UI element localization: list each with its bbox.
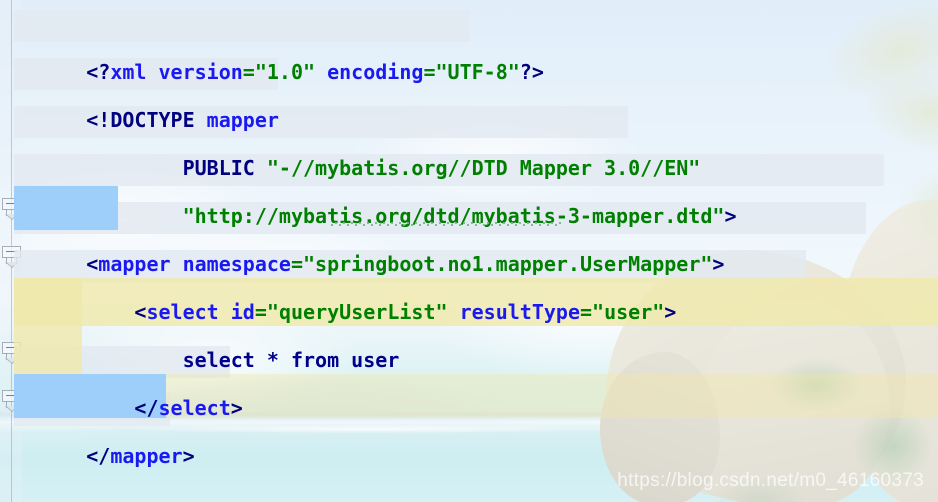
token-attribute-value: "queryUserList"	[266, 300, 448, 324]
token-attribute-value: "UTF-8"	[435, 60, 520, 84]
token-markup: </	[134, 396, 159, 420]
token-markup: >	[182, 444, 195, 468]
token-equals: =	[242, 60, 255, 84]
token-markup: ?>	[519, 60, 544, 84]
token-attribute-value: "springboot.no1.mapper.UserMapper"	[303, 252, 713, 276]
token-attribute-name: id	[230, 300, 255, 324]
token-markup: </	[86, 444, 111, 468]
token-equals: =	[254, 300, 267, 324]
token-markup: <	[134, 300, 147, 324]
token-markup: >	[664, 300, 677, 324]
token-doctype: <!DOCTYPE	[86, 108, 195, 132]
token-attribute-name: namespace	[182, 252, 291, 276]
namespace-unresolved-squiggle	[330, 222, 562, 226]
token-markup: >	[712, 252, 725, 276]
token-equals: =	[290, 252, 304, 276]
token-markup: <	[86, 252, 99, 276]
token-public-keyword: PUBLIC	[86, 156, 267, 180]
token-element-name: mapper	[98, 252, 171, 276]
injected-sql-highlight-column	[14, 278, 82, 374]
token-attribute-name: version	[146, 60, 243, 84]
token-element-name: mapper	[110, 444, 183, 468]
token-dtd-public-id: "-//mybatis.org//DTD Mapper 3.0//EN"	[266, 156, 701, 180]
token-attribute-value: "user"	[592, 300, 665, 324]
editor-screenshot: <?xml version="1.0" encoding="UTF-8"?> <…	[0, 0, 938, 502]
token-markup: >	[724, 204, 737, 228]
token-equals: =	[580, 300, 593, 324]
token-attribute-name: encoding	[315, 60, 424, 84]
token-element-name: select	[158, 396, 231, 420]
token-markup: >	[230, 396, 243, 420]
token-sql-statement: select * from user	[86, 348, 400, 372]
token-attribute-name: resultType	[459, 300, 580, 324]
token-element-name: select	[146, 300, 219, 324]
token-attribute-value: "1.0"	[254, 60, 316, 84]
text-background-strip	[14, 10, 470, 42]
token-element-name: mapper	[206, 108, 279, 132]
token-element-name: xml	[110, 60, 147, 84]
token-equals: =	[423, 60, 436, 84]
token-markup: <?	[86, 60, 111, 84]
